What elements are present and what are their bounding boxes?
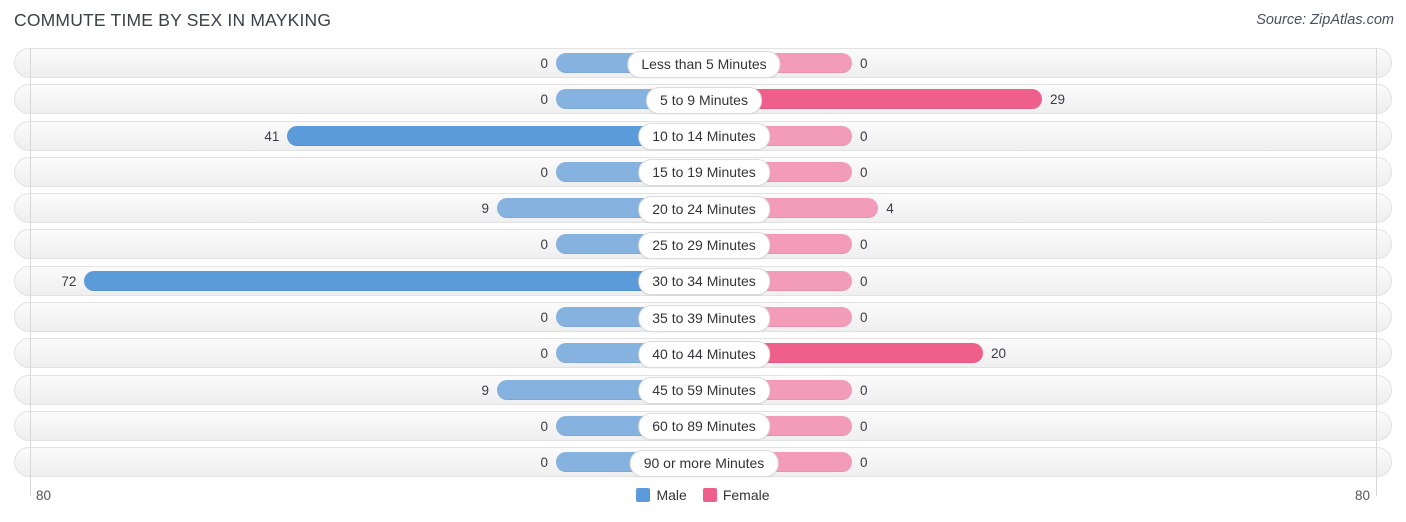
row-track: 0 0 15 to 19 Minutes [15, 158, 1391, 187]
value-label-male: 0 [540, 418, 548, 434]
bar-rows: 0 0 Less than 5 Minutes 0 29 5 to 9 Minutes 41… [0, 48, 1406, 484]
value-label-female: 0 [860, 418, 868, 434]
row-track: 0 0 60 to 89 Minutes [15, 412, 1391, 441]
value-label-female: 0 [860, 382, 868, 398]
category-label: 25 to 29 Minutes [638, 231, 770, 259]
value-label-female: 29 [1049, 92, 1065, 108]
value-label-male: 0 [540, 237, 548, 253]
bar-male[interactable] [84, 270, 704, 291]
row-track: 0 20 40 to 44 Minutes [15, 339, 1391, 368]
category-label: 45 to 59 Minutes [638, 377, 770, 405]
value-label-female: 0 [860, 56, 868, 71]
commute-time-chart: COMMUTE TIME BY SEX IN MAYKING Source: Z… [0, 0, 1406, 522]
category-label: 90 or more Minutes [629, 449, 779, 477]
plot-area: 0 0 Less than 5 Minutes 0 29 5 to 9 Minutes 41… [0, 48, 1406, 496]
value-label-male: 0 [540, 92, 548, 108]
axis-line-right [1376, 48, 1377, 496]
value-label-female: 0 [860, 128, 868, 144]
category-label: 20 to 24 Minutes [638, 195, 770, 223]
legend-label: Female [722, 487, 770, 503]
legend-item-female[interactable]: Female [702, 487, 770, 503]
value-label-female: 4 [886, 201, 894, 217]
table-row[interactable]: 0 0 35 to 39 Minutes [14, 302, 1392, 333]
row-track: 41 0 10 to 14 Minutes [15, 122, 1391, 151]
value-label-female: 0 [860, 310, 868, 326]
page-title: COMMUTE TIME BY SEX IN MAYKING [14, 10, 332, 30]
source-attribution: Source: ZipAtlas.com [1256, 12, 1394, 28]
value-label-male: 9 [481, 382, 490, 398]
row-track: 0 0 Less than 5 Minutes [15, 49, 1391, 78]
value-label-male: 0 [540, 346, 548, 362]
category-label: 60 to 89 Minutes [638, 413, 770, 441]
row-track: 0 29 5 to 9 Minutes [15, 85, 1391, 114]
category-label: 10 to 14 Minutes [638, 123, 770, 151]
table-row[interactable]: 0 29 5 to 9 Minutes [14, 84, 1392, 115]
value-label-male: 72 [61, 273, 77, 289]
value-label-male: 0 [540, 310, 548, 326]
category-label: 15 to 19 Minutes [638, 159, 770, 187]
row-track: 9 0 45 to 59 Minutes [15, 376, 1391, 405]
value-label-female: 0 [860, 237, 868, 253]
row-track: 0 0 25 to 29 Minutes [15, 230, 1391, 259]
value-label-female: 0 [860, 455, 868, 471]
row-track: 0 0 90 or more Minutes [15, 448, 1391, 477]
value-label-male: 0 [540, 164, 548, 180]
chart-footer: 80 80 Male Female [0, 484, 1406, 522]
table-row[interactable]: 0 0 Less than 5 Minutes [14, 48, 1392, 78]
value-label-male: 0 [540, 455, 548, 471]
value-label-male: 0 [540, 56, 548, 71]
category-label: 40 to 44 Minutes [638, 340, 770, 368]
legend-swatch-female [702, 488, 717, 502]
value-label-female: 0 [860, 273, 868, 289]
table-row[interactable]: 9 0 45 to 59 Minutes [14, 374, 1392, 405]
table-row[interactable]: 0 0 25 to 29 Minutes [14, 229, 1392, 260]
table-row[interactable]: 0 20 40 to 44 Minutes [14, 338, 1392, 369]
table-row[interactable]: 41 0 10 to 14 Minutes [14, 120, 1392, 151]
legend-swatch-male [636, 488, 651, 502]
value-label-female: 20 [991, 346, 1007, 362]
row-track: 0 0 35 to 39 Minutes [15, 303, 1391, 332]
table-row[interactable]: 0 0 60 to 89 Minutes [14, 410, 1392, 441]
value-label-female: 0 [860, 164, 868, 180]
category-label: 30 to 34 Minutes [638, 268, 770, 296]
table-row[interactable]: 72 0 30 to 34 Minutes [14, 265, 1392, 296]
axis-line-left [30, 48, 31, 496]
table-row[interactable]: 0 0 90 or more Minutes [14, 447, 1392, 478]
value-label-male: 41 [264, 128, 280, 144]
category-label: Less than 5 Minutes [627, 50, 781, 78]
legend-label: Male [656, 487, 687, 503]
category-label: 35 to 39 Minutes [638, 304, 770, 332]
value-label-male: 9 [481, 201, 490, 217]
table-row[interactable]: 0 0 15 to 19 Minutes [14, 156, 1392, 187]
row-track: 9 4 20 to 24 Minutes [15, 194, 1391, 223]
category-label: 5 to 9 Minutes [646, 86, 762, 114]
row-track: 72 0 30 to 34 Minutes [15, 267, 1391, 296]
chart-header: COMMUTE TIME BY SEX IN MAYKING Source: Z… [0, 0, 1406, 44]
table-row[interactable]: 9 4 20 to 24 Minutes [14, 193, 1392, 224]
legend-item-male[interactable]: Male [636, 487, 687, 503]
chart-legend: Male Female [0, 487, 1406, 503]
